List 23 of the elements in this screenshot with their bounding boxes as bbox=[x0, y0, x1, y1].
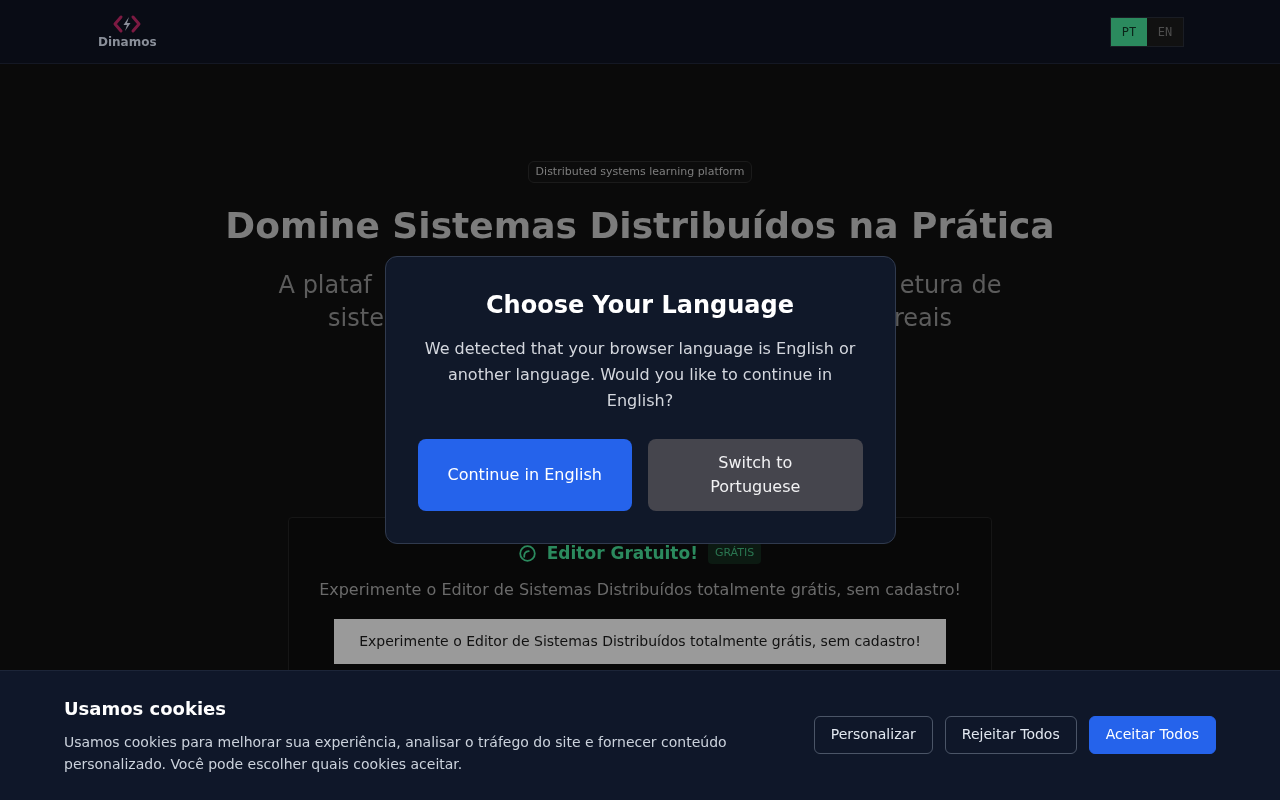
accept-button[interactable]: Aceitar Todos bbox=[1088, 715, 1216, 754]
circle-arc-icon bbox=[518, 544, 536, 562]
subtitle-fragment: siste bbox=[328, 303, 384, 334]
logo-icon bbox=[112, 14, 143, 34]
tagline-badge: Distributed systems learning platform bbox=[527, 161, 753, 183]
free-tag: GRÁTIS bbox=[707, 542, 762, 564]
language-toggle[interactable]: PT bbox=[1111, 17, 1147, 46]
cookie-option-button[interactable]: Rejeitar Todos bbox=[944, 715, 1077, 754]
dialog-title: Choose Your Language bbox=[486, 290, 794, 321]
logo-text: Dinamos bbox=[98, 35, 157, 49]
subtitle-fragment: reais bbox=[893, 303, 952, 334]
subtitle-fragment: A plataf bbox=[278, 270, 372, 301]
hero-title: Domine Sistemas Distribuídos na Prática bbox=[225, 204, 1055, 248]
switch-button[interactable]: Switch to Portuguese bbox=[648, 439, 863, 511]
cookie-option-button[interactable]: Personalizar bbox=[813, 715, 933, 754]
preview-banner: Experimente o Editor de Sistemas Distribuídos totalmente grátis, sem cadastro! bbox=[334, 619, 946, 664]
card-description: Experimente o Editor de Sistemas Distribuídos totalmente grátis, sem cadastro! bbox=[319, 579, 961, 601]
subtitle-fragment: etura de bbox=[899, 270, 1002, 301]
continue-button[interactable]: Continue in English bbox=[417, 439, 632, 511]
cookie-message: Usamos cookies para melhorar sua experiência, analisar o tráfego do site e fornecer conteúdo personalizado. Você pode escolher quais cookies aceitar. bbox=[64, 732, 728, 774]
cookie-title: Usamos cookies bbox=[64, 696, 228, 721]
dialog-message: We detected that your browser language is English or another language. Would you like to continue in English? bbox=[423, 338, 857, 412]
card-title: Editor Gratuito! bbox=[546, 542, 698, 565]
